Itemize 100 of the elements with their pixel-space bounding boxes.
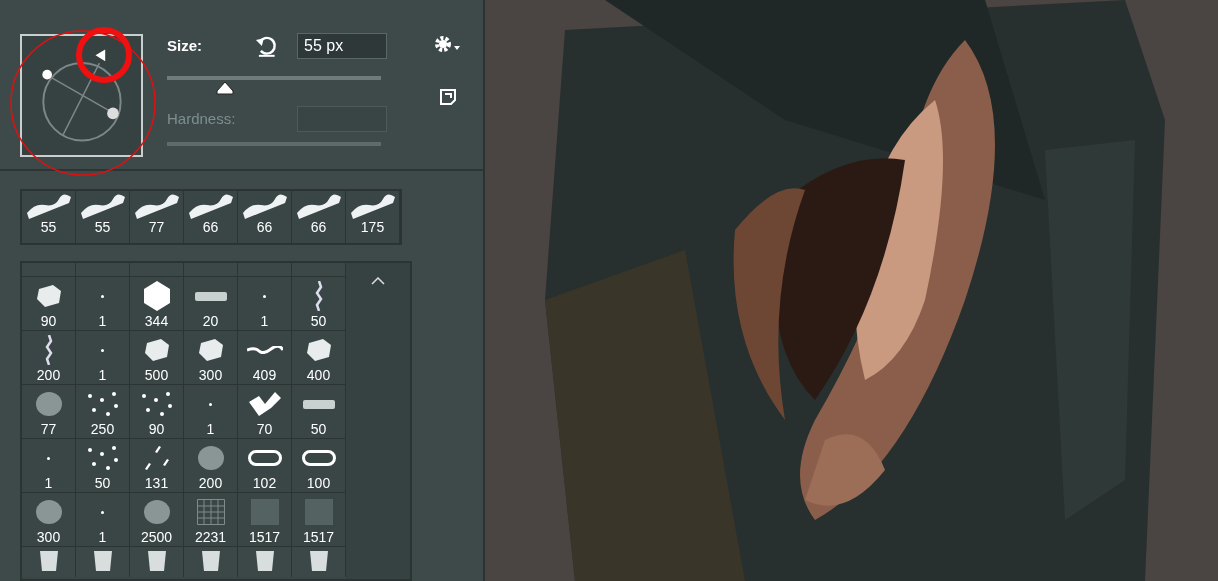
settings-icon[interactable] (433, 34, 463, 54)
brush-tip[interactable]: 1517 (238, 493, 292, 547)
tip-size: 250 (90, 421, 115, 437)
tip-size: 131 (144, 475, 169, 491)
brush-stroke-icon (186, 193, 235, 219)
preset-size: 55 (40, 219, 57, 235)
brush-tip[interactable]: 300 (184, 331, 238, 385)
brush-stroke-icon (294, 193, 343, 219)
tip-size: 1 (44, 475, 53, 491)
tip-size: 50 (310, 421, 327, 437)
preset-size: 175 (360, 219, 385, 235)
tip-size: 344 (144, 313, 169, 329)
brush-tip-icon (87, 392, 118, 416)
brush-tip[interactable]: 90 (130, 385, 184, 439)
tip-size: 409 (252, 367, 277, 383)
tip-size: 300 (198, 367, 223, 383)
tip-size: 100 (306, 475, 331, 491)
brush-preset[interactable]: 55 (22, 191, 76, 243)
brush-preset[interactable]: 66 (292, 191, 346, 243)
brush-tip-icon (101, 294, 104, 298)
brush-tip[interactable]: 200 (22, 331, 76, 385)
brush-tip[interactable]: 300 (22, 493, 76, 547)
size-field[interactable]: 55 px (297, 33, 387, 59)
brush-tip[interactable]: 90 (22, 277, 76, 331)
reset-icon[interactable] (253, 34, 279, 58)
brush-stroke-icon (348, 193, 397, 219)
brush-tip-icon (35, 392, 62, 416)
brush-tip-icon (301, 450, 336, 466)
size-label: Size: (167, 35, 203, 56)
brush-tip[interactable]: 102 (238, 439, 292, 493)
brush-tip[interactable]: 77 (22, 385, 76, 439)
tip-size: 1 (98, 529, 107, 545)
tip-size: 77 (40, 421, 57, 437)
scroll-up-icon[interactable] (371, 277, 385, 285)
highlight-ring (74, 25, 134, 85)
preset-size: 55 (94, 219, 111, 235)
brush-preset[interactable]: 175 (346, 191, 400, 243)
tip-size: 50 (310, 313, 327, 329)
brush-stroke-icon (132, 193, 181, 219)
tip-size: 90 (40, 313, 57, 329)
tip-size: 2231 (194, 529, 227, 545)
brush-tip-icon (196, 499, 225, 525)
brush-tip-icon (306, 339, 331, 361)
brush-preset[interactable]: 77 (130, 191, 184, 243)
brush-tip[interactable]: 1 (184, 385, 238, 439)
tip-size: 90 (148, 421, 165, 437)
brush-tip[interactable]: 20 (184, 277, 238, 331)
brush-preset[interactable]: 55 (76, 191, 130, 243)
scrollbar[interactable] (346, 263, 410, 579)
brush-tip[interactable]: 70 (238, 385, 292, 439)
tip-size: 50 (94, 475, 111, 491)
brush-tip[interactable]: 400 (292, 331, 346, 385)
brush-tip-icon (36, 285, 61, 307)
tip-size: 200 (198, 475, 223, 491)
brush-tip-icon (143, 445, 170, 471)
brush-tip[interactable]: 1 (22, 439, 76, 493)
brush-tip-icon (314, 281, 323, 311)
brush-tip-icon (248, 392, 281, 416)
brush-tip-icon (209, 402, 212, 406)
brush-stroke-icon (240, 193, 289, 219)
preset-size: 66 (310, 219, 327, 235)
tip-size: 102 (252, 475, 277, 491)
brush-tip[interactable]: 1 (76, 277, 130, 331)
brush-tip-icon (101, 348, 104, 352)
brush-preset[interactable]: 66 (238, 191, 292, 243)
brush-tip-icon (263, 294, 266, 298)
brush-tip[interactable]: 250 (76, 385, 130, 439)
brush-tip[interactable]: 1 (76, 331, 130, 385)
brush-stroke-icon (78, 193, 127, 219)
brush-tip[interactable]: 344 (130, 277, 184, 331)
tip-size: 20 (202, 313, 219, 329)
tip-size: 200 (36, 367, 61, 383)
brush-tip-icon (101, 510, 104, 514)
brush-tip-icon (304, 499, 333, 525)
brush-tip[interactable]: 200 (184, 439, 238, 493)
brush-tip-icon (194, 291, 227, 301)
brush-tip[interactable]: 50 (76, 439, 130, 493)
tip-size: 1 (98, 367, 107, 383)
brush-preset[interactable]: 66 (184, 191, 238, 243)
brush-tip[interactable]: 500 (130, 331, 184, 385)
preset-size: 66 (202, 219, 219, 235)
brush-tip-icon (35, 500, 62, 524)
preset-size: 66 (256, 219, 273, 235)
brush-tip[interactable]: 1 (238, 277, 292, 331)
brush-tip-icon (302, 399, 335, 409)
tip-size: 300 (36, 529, 61, 545)
brush-tip[interactable]: 2500 (130, 493, 184, 547)
hardness-slider-track[interactable] (167, 142, 381, 146)
brush-tip[interactable]: 409 (238, 331, 292, 385)
brush-stroke-icon (24, 193, 73, 219)
brush-tip-icon (143, 500, 170, 524)
brush-tip-icon (47, 456, 50, 460)
brush-tip[interactable]: 131 (130, 439, 184, 493)
tip-size: 500 (144, 367, 169, 383)
hardness-label: Hardness: (167, 108, 237, 129)
new-preset-icon[interactable] (439, 88, 457, 106)
tip-size: 1 (260, 313, 269, 329)
brush-tip-icon (247, 450, 282, 466)
brush-tip-icon (197, 446, 224, 470)
brush-tip-icon (44, 335, 53, 365)
